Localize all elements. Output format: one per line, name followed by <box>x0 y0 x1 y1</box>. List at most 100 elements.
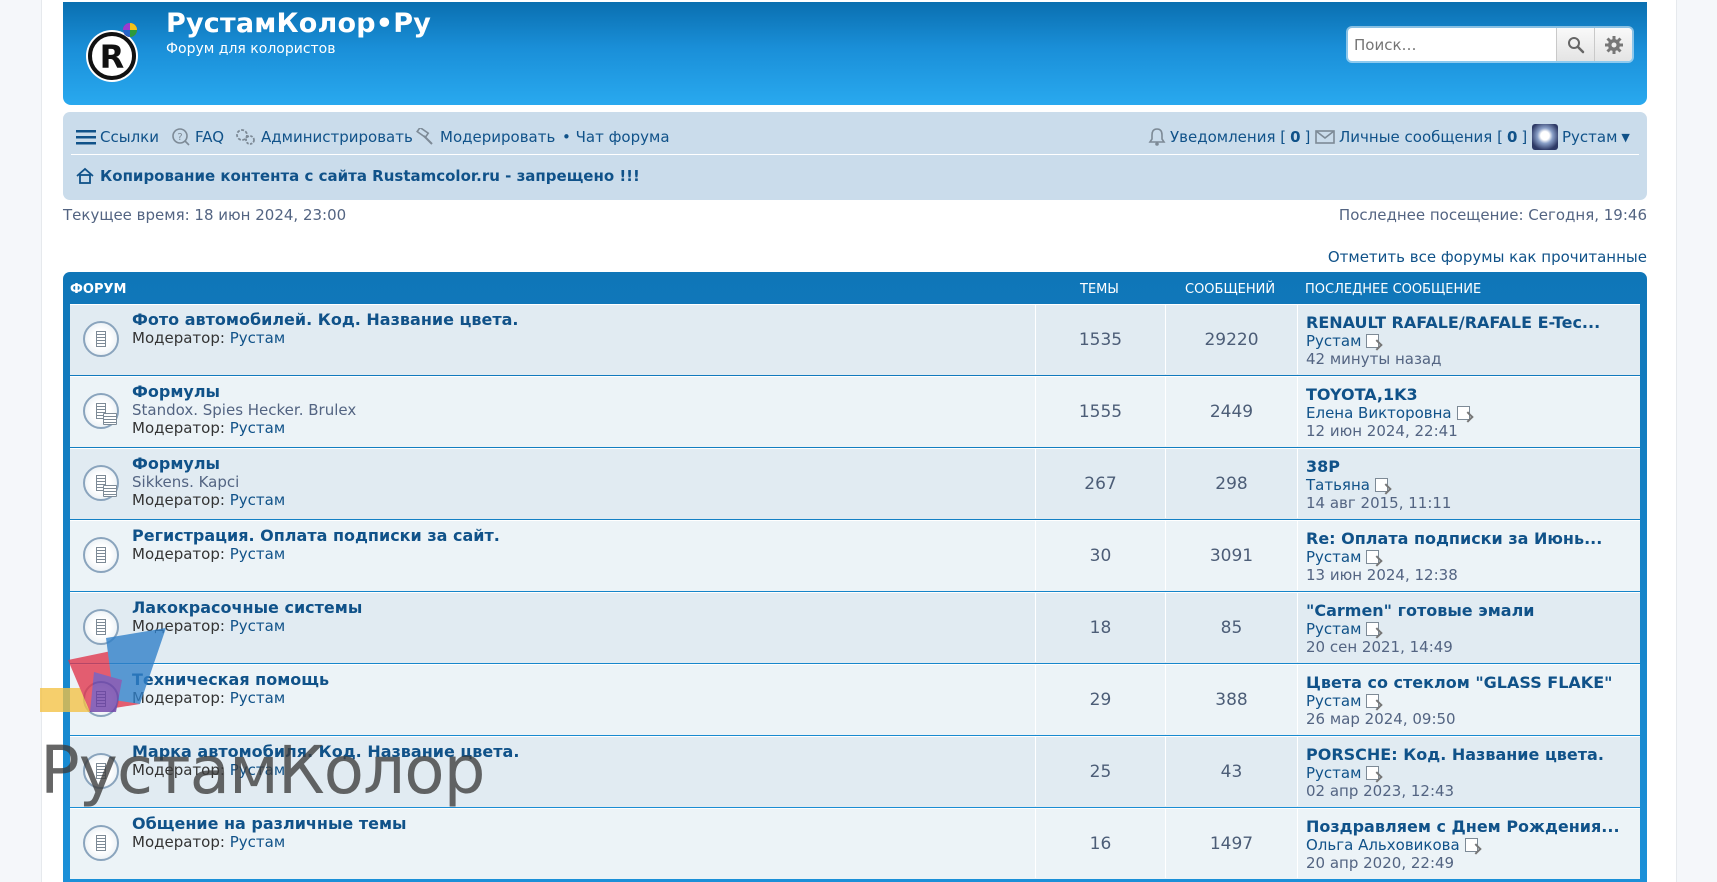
forum-title[interactable]: Марка автомобиля. Код. Название цвета. <box>132 742 519 761</box>
last-post-author-name: Рустам <box>1306 620 1362 638</box>
last-post-author-name: Рустам <box>1306 548 1362 566</box>
posts-count: 1497 <box>1165 809 1297 878</box>
topics-count: 29 <box>1035 665 1165 734</box>
goto-post-icon[interactable] <box>1366 694 1380 708</box>
forum-title[interactable]: Общение на различные темы <box>132 814 407 833</box>
moderator-link[interactable]: Рустам <box>230 689 285 707</box>
nav-notifications[interactable]: Уведомления [0] <box>1148 126 1310 148</box>
last-post-title[interactable]: PORSCHE: Код. Название цвета. <box>1306 745 1604 764</box>
last-post-title[interactable]: Re: Оплата подписки за Июнь... <box>1306 529 1602 548</box>
question-icon: ? <box>172 128 190 146</box>
nav-faq[interactable]: ? FAQ <box>171 126 224 148</box>
last-post-author[interactable]: Рустам <box>1306 332 1380 350</box>
forum-row: Регистрация. Оплата подписки за сайт. Мод… <box>70 520 1640 591</box>
nav-moderate[interactable]: Модерировать <box>416 126 555 148</box>
last-post-title[interactable]: 38P <box>1306 457 1340 476</box>
goto-post-icon[interactable] <box>1366 622 1380 636</box>
hammer-icon <box>416 128 433 145</box>
last-post-title[interactable]: RENAULT RAFALE/RAFALE E-Tec... <box>1306 313 1600 332</box>
forum-read-icon <box>83 537 119 573</box>
last-post-author[interactable]: Елена Викторовна <box>1306 404 1470 422</box>
posts-count: 29220 <box>1165 305 1297 374</box>
last-post-author[interactable]: Рустам <box>1306 548 1380 566</box>
forum-title[interactable]: Формулы <box>132 454 220 473</box>
nav-administrate[interactable]: Администрировать <box>235 126 413 148</box>
notifications-count: 0 <box>1290 128 1301 146</box>
nav-notifications-label: Уведомления [ <box>1170 128 1287 146</box>
last-post-date: 20 апр 2020, 22:49 <box>1306 854 1455 872</box>
moderator-link[interactable]: Рустам <box>230 833 285 851</box>
site-description: Форум для колористов <box>166 41 336 57</box>
last-post-author[interactable]: Рустам <box>1306 620 1380 638</box>
moderator-link[interactable]: Рустам <box>230 491 285 509</box>
forum-moderators: Модератор: Рустам <box>132 617 285 635</box>
goto-post-icon[interactable] <box>1366 550 1380 564</box>
forum-subforum-icon <box>83 465 119 501</box>
gear-icon <box>1604 35 1623 54</box>
nav-chat-label: • Чат форума <box>562 128 670 146</box>
moderator-label: Модератор: <box>132 617 225 635</box>
user-name: Рустам <box>1562 128 1618 146</box>
chevron-down-icon: ▼ <box>1621 130 1630 144</box>
last-post-author[interactable]: Татьяна <box>1306 476 1388 494</box>
forum-list: ФОРУМ ТЕМЫ СООБЩЕНИЙ ПОСЛЕДНЕЕ СООБЩЕНИЕ… <box>63 272 1647 882</box>
moderator-link[interactable]: Рустам <box>230 419 285 437</box>
topics-count: 1535 <box>1035 305 1165 374</box>
topics-count: 267 <box>1035 449 1165 518</box>
last-post-title[interactable]: TOYOTA,1K3 <box>1306 385 1418 404</box>
last-post-title[interactable]: "Carmen" готовые эмали <box>1306 601 1535 620</box>
forum-row: Фото автомобилей. Код. Название цвета. Мо… <box>70 304 1640 375</box>
last-post-author-name: Рустам <box>1306 764 1362 782</box>
mark-forums-read-link[interactable]: Отметить все форумы как прочитанные <box>1328 248 1647 266</box>
last-post-author[interactable]: Рустам <box>1306 692 1380 710</box>
nav-links[interactable]: Ссылки <box>76 126 159 148</box>
nav-private-messages[interactable]: Личные сообщения [0] <box>1315 126 1527 148</box>
last-post: Поздравляем с Днем Рождения... Ольга Альх… <box>1297 809 1640 878</box>
last-post: Re: Оплата подписки за Июнь... Рустам 13 и… <box>1297 521 1640 590</box>
goto-post-icon[interactable] <box>1374 478 1388 492</box>
nav-pm-label: Личные сообщения [ <box>1339 128 1503 146</box>
advanced-search-button[interactable] <box>1594 28 1632 61</box>
forum-title[interactable]: Фото автомобилей. Код. Название цвета. <box>132 310 518 329</box>
svg-text:R: R <box>100 38 125 76</box>
posts-count: 388 <box>1165 665 1297 734</box>
forum-moderators: Модератор: Рустам <box>132 761 285 779</box>
last-post: TOYOTA,1K3 Елена Викторовна 12 июн 2024, 2… <box>1297 377 1640 446</box>
site-title[interactable]: РустамКолор•Ру <box>166 8 431 39</box>
last-visit: Последнее посещение: Сегодня, 19:46 <box>1338 206 1647 224</box>
last-post: "Carmen" готовые эмали Рустам 20 сен 2021,… <box>1297 593 1640 662</box>
goto-post-icon[interactable] <box>1456 406 1470 420</box>
moderator-link[interactable]: Рустам <box>230 617 285 635</box>
navbar-divider <box>71 154 1639 155</box>
goto-post-icon[interactable] <box>1366 334 1380 348</box>
last-post-author[interactable]: Ольга Альховикова <box>1306 836 1478 854</box>
copy-notice[interactable]: Копирование контента с сайта Rustamcolor… <box>75 164 640 188</box>
forum-title[interactable]: Регистрация. Оплата подписки за сайт. <box>132 526 500 545</box>
moderator-link[interactable]: Рустам <box>230 329 285 347</box>
site-logo[interactable]: R <box>84 18 150 86</box>
goto-post-icon[interactable] <box>1464 838 1478 852</box>
forum-title[interactable]: Формулы <box>132 382 220 401</box>
last-post-title[interactable]: Поздравляем с Днем Рождения... <box>1306 817 1620 836</box>
last-post-author[interactable]: Рустам <box>1306 764 1380 782</box>
forum-title[interactable]: Лакокрасочные системы <box>132 598 362 617</box>
last-post: 38P Татьяна 14 авг 2015, 11:11 <box>1297 449 1640 518</box>
hamburger-icon <box>76 130 96 145</box>
moderator-link[interactable]: Рустам <box>230 761 285 779</box>
nav-chat[interactable]: • Чат форума <box>562 126 670 148</box>
forum-moderators: Модератор: Рустам <box>132 689 285 707</box>
search-button[interactable] <box>1556 28 1594 61</box>
forum-description: Standox. Spies Hecker. Brulex <box>132 401 357 419</box>
goto-post-icon[interactable] <box>1366 766 1380 780</box>
forum-title[interactable]: Техническая помощь <box>132 670 329 689</box>
moderator-link[interactable]: Рустам <box>230 545 285 563</box>
moderator-label: Модератор: <box>132 545 225 563</box>
nav-moderate-label: Модерировать <box>440 128 556 146</box>
nav-user-menu[interactable]: Рустам ▼ <box>1532 124 1630 150</box>
forum-row: Формулы Sikkens. Kapci Модератор: Рустам 26… <box>70 448 1640 519</box>
forum-row: Лакокрасочные системы Модератор: Рустам 18… <box>70 592 1640 663</box>
moderator-label: Модератор: <box>132 833 225 851</box>
search-input[interactable] <box>1348 28 1556 61</box>
posts-count: 2449 <box>1165 377 1297 446</box>
last-post-title[interactable]: Цвета со стеклом "GLASS FLAKE" <box>1306 673 1612 692</box>
